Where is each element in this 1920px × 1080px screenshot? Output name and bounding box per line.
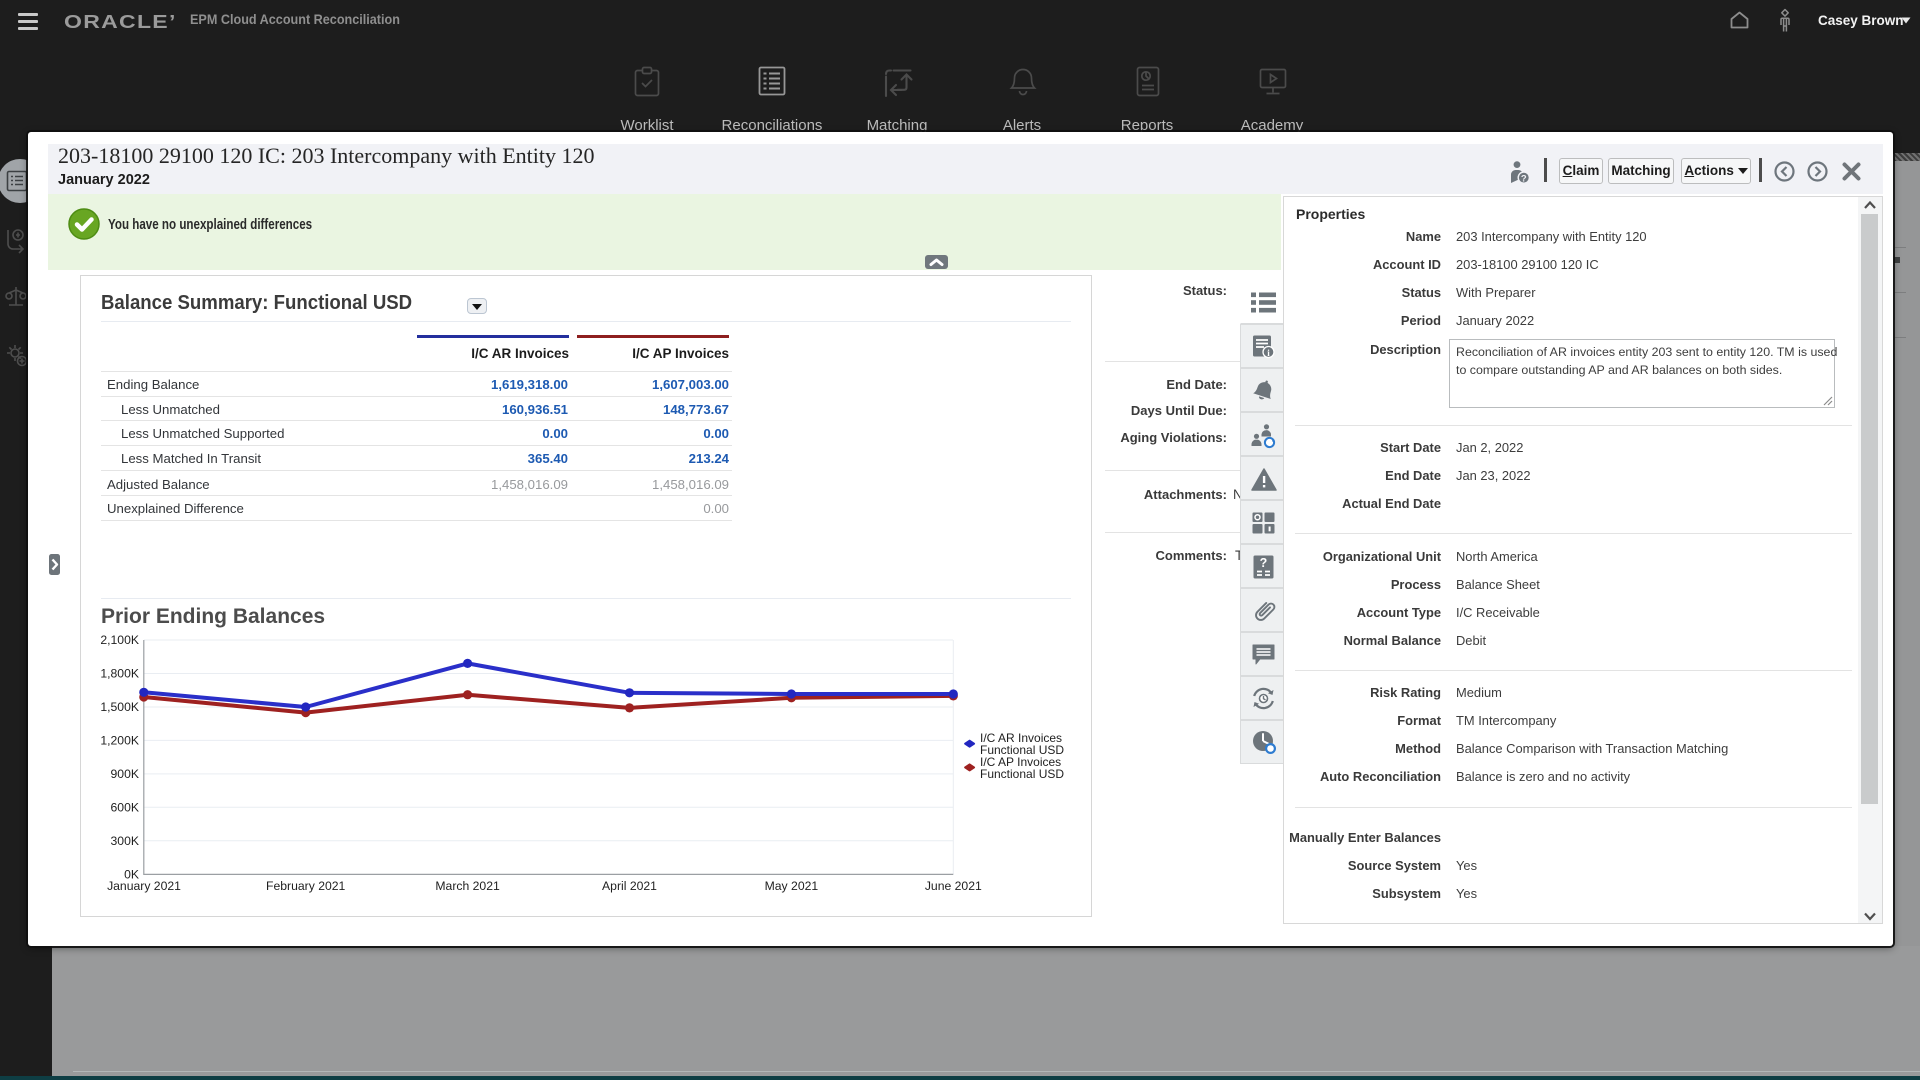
svg-text:February 2021: February 2021 (266, 879, 345, 893)
svg-text:May 2021: May 2021 (765, 879, 819, 893)
svg-text:January 2021: January 2021 (107, 879, 181, 893)
svg-text:1,200K: 1,200K (100, 734, 139, 748)
svg-text:1,500K: 1,500K (100, 700, 139, 714)
svg-text:600K: 600K (111, 801, 139, 815)
svg-text:June 2021: June 2021 (925, 879, 982, 893)
svg-text:April 2021: April 2021 (602, 879, 657, 893)
svg-text:Functional USD: Functional USD (980, 767, 1064, 781)
svg-text:300K: 300K (111, 834, 139, 848)
svg-text:900K: 900K (111, 767, 139, 781)
svg-text:March 2021: March 2021 (435, 879, 500, 893)
svg-text:2,100K: 2,100K (100, 633, 139, 647)
svg-text:?: ? (1521, 173, 1527, 184)
svg-text:1,800K: 1,800K (100, 667, 139, 681)
